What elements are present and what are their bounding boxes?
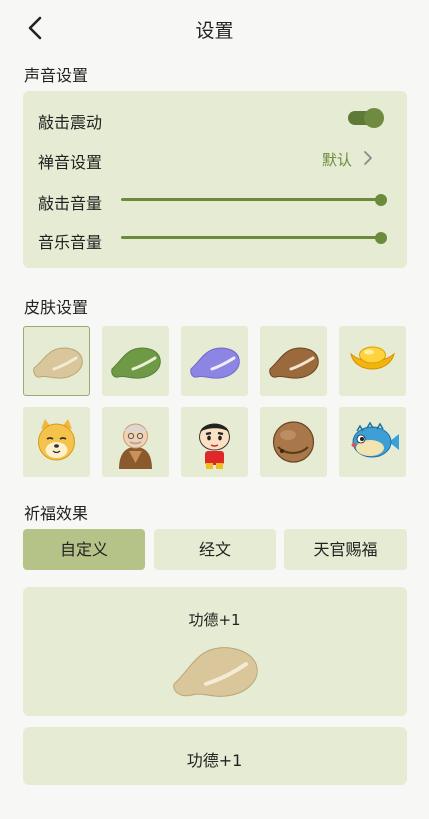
vibration-toggle[interactable] [348,108,384,128]
zen-sound-label: 禅音设置 [38,153,103,172]
skin-item-brown-woodenfish[interactable] [260,326,327,396]
music-volume-label: 音乐音量 [38,233,103,252]
chevron-right-icon[interactable] [362,149,374,167]
crayon-boy-icon [199,423,230,469]
slider-track [121,236,383,239]
skin-item-shiba-dog[interactable] [23,407,90,477]
woodenfish-preview-icon [173,647,258,697]
tab-scripture[interactable]: 经文 [154,529,276,570]
skin-item-green-woodenfish[interactable] [102,326,169,396]
brown-woodenfish-icon [269,347,319,379]
tab-heavenly-blessing[interactable]: 天官赐福 [284,529,407,570]
slider-thumb[interactable] [375,232,387,244]
zen-sound-value[interactable]: 默认 [322,149,352,170]
skin-item-gold-ingot[interactable] [339,326,406,396]
old-monk-icon [119,423,152,469]
sound-section-title: 声音设置 [24,66,89,85]
shiba-dog-icon [38,419,75,461]
custom-text-value: 功德+1 [186,751,243,770]
music-volume-slider[interactable] [121,231,387,245]
knock-volume-slider[interactable] [121,193,387,207]
page-title: 设置 [195,20,234,42]
beige-woodenfish-icon [33,347,83,379]
slider-track [121,198,383,201]
slider-thumb[interactable] [375,194,387,206]
vibration-label: 敲击震动 [38,113,103,132]
blessing-section-title: 祈福效果 [24,504,89,523]
pufferfish-icon [351,421,399,458]
header: 设置 [0,0,429,56]
skin-item-round-woodenfish[interactable] [260,407,327,477]
toggle-knob [364,108,384,128]
tab-custom[interactable]: 自定义 [23,529,145,570]
skin-item-old-monk[interactable] [102,407,169,477]
green-woodenfish-icon [111,347,161,379]
round-woodenfish-icon [272,421,315,463]
skin-item-beige-woodenfish[interactable] [23,326,90,396]
preview-merit-text: 功德+1 [188,611,241,629]
skin-item-pufferfish[interactable] [339,407,406,477]
skin-item-crayon-boy[interactable] [181,407,248,477]
gold-ingot-icon [350,346,395,370]
purple-woodenfish-icon [190,347,240,379]
skin-item-purple-woodenfish[interactable] [181,326,248,396]
skin-section-title: 皮肤设置 [24,298,89,317]
knock-volume-label: 敲击音量 [38,194,103,213]
